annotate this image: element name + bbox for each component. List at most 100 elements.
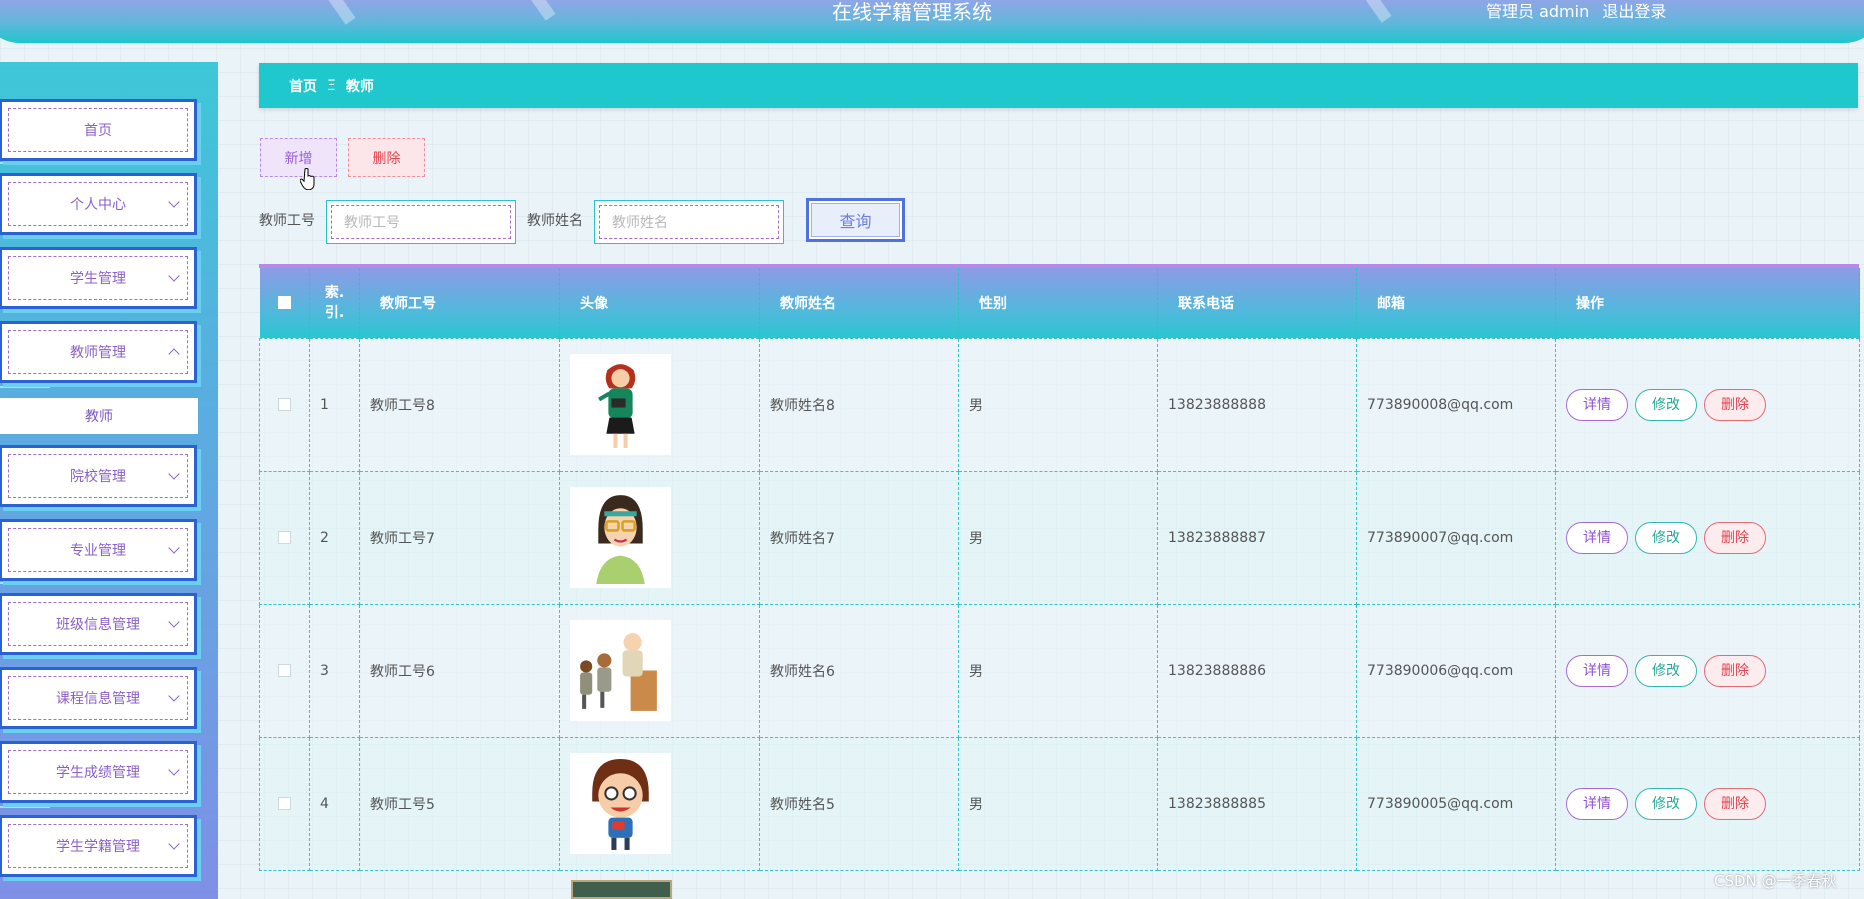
decor-line bbox=[0, 806, 50, 808]
teacher-id-label: 教师工号 bbox=[259, 213, 315, 229]
sidebar-item-major-management[interactable]: 专业管理 bbox=[2, 522, 194, 578]
table-header-row: 索. 引. 教师工号 头像 教师姓名 性别 联系电话 邮箱 操作 bbox=[259, 268, 1860, 338]
sidebar-item-label: 个人中心 bbox=[70, 197, 126, 213]
detail-button[interactable]: 详情 bbox=[1566, 521, 1628, 554]
decor-line bbox=[0, 582, 50, 584]
teacher-name-label: 教师姓名 bbox=[527, 213, 583, 229]
table-row: 4 教师工号5 教师姓名5 男 13823888885 773890005@qq… bbox=[259, 736, 1860, 871]
hand-cursor-icon bbox=[300, 168, 315, 190]
row-checkbox[interactable] bbox=[278, 398, 291, 411]
sidebar-item-student-management[interactable]: 学生管理 bbox=[2, 250, 194, 306]
row-actions: 详情 修改 删除 bbox=[1555, 603, 1860, 738]
row-teacher-name: 教师姓名6 bbox=[759, 603, 959, 738]
teacher-glasses-icon bbox=[570, 487, 671, 588]
detail-button[interactable]: 详情 bbox=[1566, 787, 1628, 820]
row-teacher-name: 教师姓名5 bbox=[759, 736, 959, 871]
delete-button[interactable]: 删除 bbox=[348, 138, 425, 177]
teacher-cartoon-icon bbox=[570, 753, 671, 854]
row-teacher-id: 教师工号6 bbox=[359, 603, 560, 738]
row-checkbox[interactable] bbox=[278, 797, 291, 810]
teacher-id-input[interactable]: 教师工号 bbox=[326, 200, 516, 244]
row-email: 773890006@qq.com bbox=[1356, 603, 1556, 738]
sidebar-item-score-management[interactable]: 学生成绩管理 bbox=[2, 744, 194, 800]
sidebar-item-label: 学生成绩管理 bbox=[56, 765, 140, 781]
row-teacher-id: 教师工号5 bbox=[359, 736, 560, 871]
sidebar-item-class-info-management[interactable]: 班级信息管理 bbox=[2, 596, 194, 652]
decor-line bbox=[0, 386, 50, 388]
edit-button[interactable]: 修改 bbox=[1635, 521, 1697, 554]
ops-header: 操作 bbox=[1555, 268, 1860, 338]
email-header: 邮箱 bbox=[1356, 268, 1556, 338]
row-phone: 13823888885 bbox=[1157, 736, 1357, 871]
row-email: 773890005@qq.com bbox=[1356, 736, 1556, 871]
sidebar-item-label: 院校管理 bbox=[70, 469, 126, 485]
row-actions: 详情 修改 删除 bbox=[1555, 470, 1860, 605]
row-checkbox[interactable] bbox=[278, 664, 291, 677]
sidebar-item-label: 首页 bbox=[84, 123, 112, 139]
row-gender: 男 bbox=[958, 337, 1158, 472]
next-row-avatar-partial bbox=[571, 880, 672, 899]
breadcrumb-home[interactable]: 首页 bbox=[289, 76, 317, 96]
teacher-name-placeholder: 教师姓名 bbox=[599, 205, 779, 239]
row-index: 3 bbox=[309, 603, 360, 738]
admin-label: 管理员 admin bbox=[1486, 2, 1590, 21]
add-button[interactable]: 新增 bbox=[260, 138, 337, 177]
row-delete-button[interactable]: 删除 bbox=[1704, 654, 1766, 687]
row-index: 2 bbox=[309, 470, 360, 605]
row-avatar-cell bbox=[559, 337, 760, 472]
query-button[interactable]: 查询 bbox=[806, 198, 905, 242]
edit-button[interactable]: 修改 bbox=[1635, 787, 1697, 820]
sidebar-item-course-info-management[interactable]: 课程信息管理 bbox=[2, 670, 194, 726]
watermark: CSDN @一季春秋 bbox=[1714, 872, 1837, 890]
row-email: 773890007@qq.com bbox=[1356, 470, 1556, 605]
detail-button[interactable]: 详情 bbox=[1566, 388, 1628, 421]
sidebar-item-label: 学生学籍管理 bbox=[56, 839, 140, 855]
edit-button[interactable]: 修改 bbox=[1635, 388, 1697, 421]
select-all-header bbox=[259, 268, 310, 338]
detail-button[interactable]: 详情 bbox=[1566, 654, 1628, 687]
sidebar-item-status-management[interactable]: 学生学籍管理 bbox=[2, 818, 194, 874]
row-phone: 13823888888 bbox=[1157, 337, 1357, 472]
sidebar-subitem-teacher[interactable]: 教师 bbox=[0, 398, 198, 434]
sidebar: 首页 个人中心 学生管理 教师管理 教师 院校管理 专业管理 班级信息管理 课程… bbox=[0, 62, 218, 899]
header-user-area: 管理员 admin 退出登录 bbox=[1486, 0, 1674, 24]
row-index: 4 bbox=[309, 736, 360, 871]
breadcrumb-current: 教师 bbox=[345, 78, 374, 95]
row-avatar-cell bbox=[559, 603, 760, 738]
row-delete-button[interactable]: 删除 bbox=[1704, 388, 1766, 421]
teacher-students-icon bbox=[570, 620, 671, 721]
logout-link[interactable]: 退出登录 bbox=[1602, 2, 1666, 21]
breadcrumb: 首页 Ξ 教师 bbox=[259, 63, 1858, 108]
teacher-name-header: 教师姓名 bbox=[759, 268, 959, 338]
avatar-header: 头像 bbox=[559, 268, 760, 338]
gender-header: 性别 bbox=[958, 268, 1158, 338]
teacher-id-header: 教师工号 bbox=[359, 268, 560, 338]
row-checkbox[interactable] bbox=[278, 531, 291, 544]
row-actions: 详情 修改 删除 bbox=[1555, 736, 1860, 871]
sidebar-item-teacher-management[interactable]: 教师管理 bbox=[2, 324, 194, 380]
teacher-table: 索. 引. 教师工号 头像 教师姓名 性别 联系电话 邮箱 操作 1 教师工号8 bbox=[259, 264, 1860, 899]
row-gender: 男 bbox=[958, 603, 1158, 738]
teacher-name-input[interactable]: 教师姓名 bbox=[594, 200, 784, 244]
sidebar-item-home[interactable]: 首页 bbox=[2, 102, 194, 158]
row-teacher-name: 教师姓名7 bbox=[759, 470, 959, 605]
row-phone: 13823888887 bbox=[1157, 470, 1357, 605]
row-delete-button[interactable]: 删除 bbox=[1704, 521, 1766, 554]
top-header: 在线学籍管理系统 管理员 admin 退出登录 bbox=[0, 0, 1864, 43]
row-delete-button[interactable]: 删除 bbox=[1704, 787, 1766, 820]
sidebar-item-label: 课程信息管理 bbox=[56, 691, 140, 707]
edit-button[interactable]: 修改 bbox=[1635, 654, 1697, 687]
sidebar-item-label: 专业管理 bbox=[70, 543, 126, 559]
sidebar-item-personal-center[interactable]: 个人中心 bbox=[2, 176, 194, 232]
select-all-checkbox[interactable] bbox=[277, 296, 291, 310]
teacher-woman-green-icon bbox=[570, 354, 671, 455]
phone-header: 联系电话 bbox=[1157, 268, 1357, 338]
row-phone: 13823888886 bbox=[1157, 603, 1357, 738]
row-avatar-cell bbox=[559, 470, 760, 605]
row-gender: 男 bbox=[958, 736, 1158, 871]
sidebar-item-label: 教师管理 bbox=[70, 345, 126, 361]
teacher-id-placeholder: 教师工号 bbox=[331, 205, 511, 239]
sidebar-item-school-management[interactable]: 院校管理 bbox=[2, 448, 194, 504]
row-avatar-cell bbox=[559, 736, 760, 871]
sidebar-item-label: 学生管理 bbox=[70, 271, 126, 287]
